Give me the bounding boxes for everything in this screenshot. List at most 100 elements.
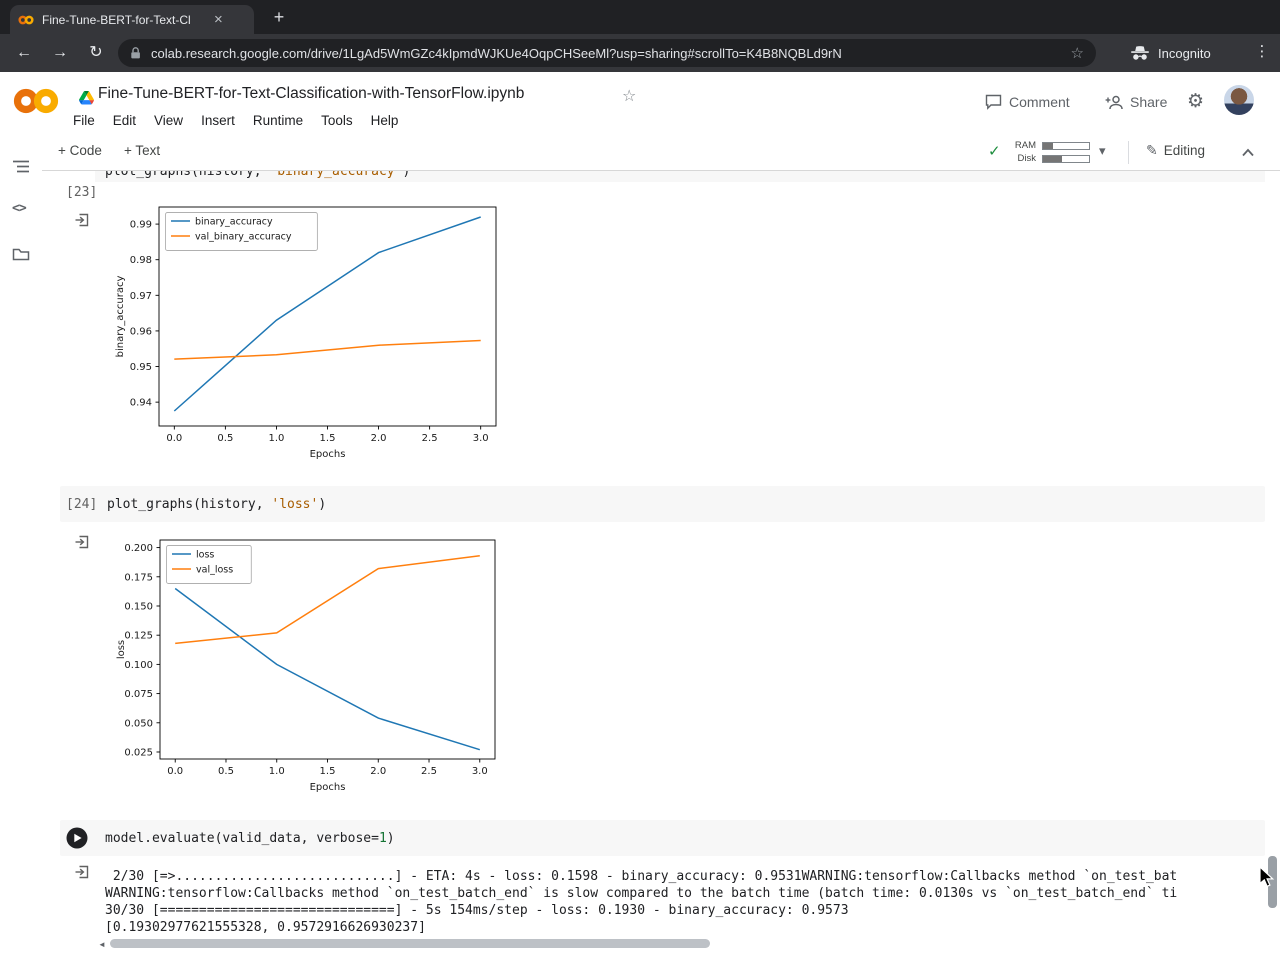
table-of-contents-icon[interactable]: [12, 159, 30, 175]
menu-help[interactable]: Help: [362, 108, 408, 134]
colab-logo: [13, 88, 59, 114]
browser-menu-icon[interactable]: ⋮: [1252, 42, 1272, 60]
menu-edit[interactable]: Edit: [104, 108, 145, 134]
code-text-accuracy: plot_graphs(history, 'binary_accuracy'): [105, 171, 410, 179]
code-cell-loss[interactable]: [24] plot_graphs(history, 'loss'): [60, 486, 1265, 522]
output-line: 2/30 [=>............................] - …: [105, 869, 1178, 884]
refresh-button[interactable]: ↻: [84, 41, 108, 65]
browser-tab-strip: Fine-Tune-BERT-for-Text-Cl × +: [0, 0, 1280, 34]
mouse-cursor: [1259, 866, 1275, 888]
notebook-toolbar: + Code + Text ✓ RAM Disk ▾ ✎ Editing: [0, 134, 1280, 171]
svg-text:val_binary_accuracy: val_binary_accuracy: [195, 232, 292, 243]
code-string: 'binary_accuracy': [269, 171, 403, 179]
svg-text:2.0: 2.0: [370, 766, 386, 777]
svg-text:0.125: 0.125: [124, 631, 153, 642]
menu-insert[interactable]: Insert: [192, 108, 244, 134]
svg-text:0.96: 0.96: [130, 326, 152, 337]
output-icon[interactable]: [74, 864, 90, 880]
incognito-icon: [1131, 45, 1149, 60]
back-button[interactable]: ←: [12, 41, 36, 65]
star-notebook-icon[interactable]: ☆: [622, 86, 636, 106]
svg-text:2.0: 2.0: [371, 433, 387, 444]
svg-text:loss: loss: [196, 550, 214, 561]
code-cell-accuracy-partial[interactable]: plot_graphs(history, 'binary_accuracy'): [95, 171, 1265, 182]
svg-text:1.0: 1.0: [268, 433, 284, 444]
url-text: colab.research.google.com/drive/1LgAd5Wm…: [151, 45, 842, 61]
svg-text:0.025: 0.025: [124, 747, 153, 758]
incognito-badge: Incognito: [1130, 41, 1211, 65]
svg-text:3.0: 3.0: [472, 766, 488, 777]
new-tab-button[interactable]: +: [266, 5, 292, 29]
code-cell-evaluate[interactable]: model.evaluate(valid_data, verbose=1): [60, 820, 1265, 856]
colab-favicon-icon: [18, 15, 34, 24]
browser-window: Fine-Tune-BERT-for-Text-Cl × + ← → ↻ col…: [0, 0, 1280, 960]
svg-text:0.100: 0.100: [124, 660, 153, 671]
close-tab-icon[interactable]: ×: [214, 12, 223, 27]
disk-label: Disk: [1017, 153, 1036, 164]
scroll-left-arrow-icon[interactable]: ◄: [98, 940, 106, 948]
code-pre: plot_graphs(history,: [105, 171, 270, 179]
forward-button[interactable]: →: [48, 41, 72, 65]
code-post: ): [402, 171, 411, 179]
svg-text:0.5: 0.5: [218, 766, 234, 777]
resources-caret-icon[interactable]: ▾: [1099, 143, 1106, 159]
menu-file[interactable]: File: [64, 108, 104, 134]
svg-text:0.075: 0.075: [124, 689, 153, 700]
run-cell-button[interactable]: [66, 827, 88, 849]
menu-runtime[interactable]: Runtime: [244, 108, 312, 134]
share-icon: [1105, 95, 1123, 109]
avatar[interactable]: [1224, 85, 1254, 115]
svg-text:0.97: 0.97: [130, 291, 152, 302]
add-code-button[interactable]: + Code: [58, 143, 102, 158]
incognito-label: Incognito: [1158, 45, 1211, 61]
output-line: [0.19302977621555328, 0.9572916626930237…: [105, 920, 426, 935]
horizontal-scrollbar[interactable]: [110, 939, 710, 948]
browser-toolbar: ← → ↻ colab.research.google.com/drive/1L…: [0, 34, 1280, 72]
ram-bar-fill: [1043, 142, 1054, 149]
menu-view[interactable]: View: [145, 108, 192, 134]
code-post: ): [386, 830, 395, 846]
resource-monitor[interactable]: RAM Disk: [1008, 139, 1090, 165]
address-bar[interactable]: colab.research.google.com/drive/1LgAd5Wm…: [118, 39, 1096, 67]
svg-text:0.050: 0.050: [124, 718, 153, 729]
svg-text:2.5: 2.5: [422, 433, 438, 444]
notebook-title[interactable]: Fine-Tune-BERT-for-Text-Classification-w…: [98, 85, 524, 103]
left-sidebar: <>: [0, 137, 42, 960]
code-text-evaluate: model.evaluate(valid_data, verbose=1): [105, 831, 395, 846]
svg-text:0.200: 0.200: [124, 543, 153, 554]
output-icon[interactable]: [74, 534, 90, 550]
svg-text:1.5: 1.5: [320, 766, 336, 777]
editing-mode-button[interactable]: ✎ Editing: [1146, 142, 1205, 159]
code-snippets-icon[interactable]: <>: [12, 201, 27, 216]
pencil-icon: ✎: [1146, 142, 1158, 158]
add-text-button[interactable]: + Text: [124, 143, 160, 158]
svg-text:2.5: 2.5: [421, 766, 437, 777]
svg-text:3.0: 3.0: [473, 433, 489, 444]
browser-tab[interactable]: Fine-Tune-BERT-for-Text-Cl ×: [10, 5, 254, 34]
share-label: Share: [1130, 94, 1168, 110]
settings-gear-icon[interactable]: ⚙: [1187, 90, 1204, 113]
collapse-chevron-icon[interactable]: [1241, 148, 1255, 157]
svg-text:val_loss: val_loss: [196, 565, 233, 576]
output-line: WARNING:tensorflow:Callbacks method `on_…: [105, 886, 1178, 901]
connected-check-icon: ✓: [988, 143, 1001, 160]
svg-text:0.150: 0.150: [124, 601, 153, 612]
comment-button[interactable]: Comment: [985, 94, 1070, 110]
svg-text:0.94: 0.94: [130, 398, 152, 409]
toolbar-divider: [1128, 141, 1129, 164]
loss-chart: 0.0 0.5 1.0 1.5 2.0 2.5 3.0 0.025 0.050 0.075 0.10…: [113, 535, 503, 793]
drive-icon: [79, 91, 94, 105]
files-folder-icon[interactable]: [12, 247, 30, 262]
tab-title: Fine-Tune-BERT-for-Text-Cl: [42, 12, 191, 27]
menu-tools[interactable]: Tools: [312, 108, 362, 134]
svg-text:0.95: 0.95: [130, 362, 152, 373]
execution-count-24: [24]: [66, 496, 98, 512]
evaluate-output-text: 2/30 [=>............................] - …: [105, 868, 1263, 936]
bookmark-star-icon[interactable]: ☆: [1071, 44, 1084, 62]
colab-header: Fine-Tune-BERT-for-Text-Classification-w…: [0, 72, 1280, 134]
ram-bar: [1042, 141, 1090, 150]
output-icon[interactable]: [74, 212, 90, 228]
svg-text:1.0: 1.0: [269, 766, 285, 777]
share-button[interactable]: Share: [1105, 94, 1167, 110]
code-pre: plot_graphs(history,: [107, 496, 272, 512]
